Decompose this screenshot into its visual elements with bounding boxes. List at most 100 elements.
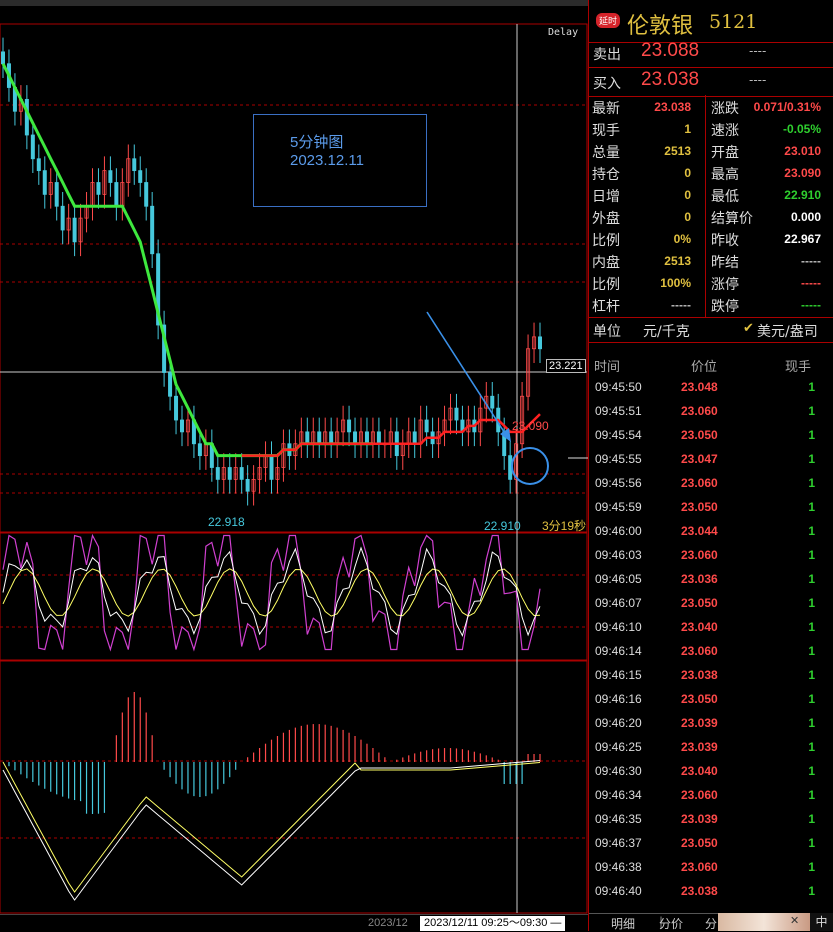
- unit-label: 单位: [593, 324, 621, 340]
- quote-value: 2513: [664, 144, 691, 158]
- tick-row[interactable]: 09:46:34 23.060 1: [589, 788, 833, 812]
- annotation-date: 2023.12.11: [290, 152, 364, 169]
- tick-row[interactable]: 09:46:15 23.038 1: [589, 668, 833, 692]
- corner-button[interactable]: 中: [810, 913, 833, 931]
- tick-price: 23.060: [681, 548, 718, 562]
- tick-row[interactable]: 09:46:10 23.040 1: [589, 620, 833, 644]
- tick-price: 23.040: [681, 764, 718, 778]
- tick-row[interactable]: 09:45:51 23.060 1: [589, 404, 833, 428]
- tick-row[interactable]: 09:46:16 23.050 1: [589, 692, 833, 716]
- candle-body: [36, 158, 41, 172]
- quote-key: 日增: [592, 189, 620, 205]
- tick-time: 09:46:35: [595, 812, 642, 826]
- tick-volume: 1: [808, 812, 815, 826]
- tick-row[interactable]: 09:46:03 23.060 1: [589, 548, 833, 572]
- candle-body: [227, 467, 232, 480]
- sell-qty: ----: [749, 44, 767, 58]
- tick-time: 09:46:15: [595, 668, 642, 682]
- tick-time: 09:46:37: [595, 836, 642, 850]
- tick-row[interactable]: 09:46:14 23.060 1: [589, 644, 833, 668]
- sell-label: 卖出: [593, 47, 621, 63]
- quote-value: 100%: [660, 276, 691, 290]
- tick-time: 09:46:05: [595, 572, 642, 586]
- buy-row: 买入 23.038 ----: [589, 68, 833, 97]
- quote-key: 昨收: [711, 233, 739, 249]
- tick-row[interactable]: 09:46:37 23.050 1: [589, 836, 833, 860]
- tick-row[interactable]: 09:46:05 23.036 1: [589, 572, 833, 596]
- tick-row[interactable]: 09:46:25 23.039 1: [589, 740, 833, 764]
- tick-volume: 1: [808, 452, 815, 466]
- tick-price: 23.039: [681, 812, 718, 826]
- quote-key: 杠杆: [592, 299, 620, 315]
- check-icon[interactable]: ✔: [743, 321, 754, 336]
- tick-time: 09:46:30: [595, 764, 642, 778]
- tick-row[interactable]: 09:46:00 23.044 1: [589, 524, 833, 548]
- candle-body: [317, 431, 322, 445]
- quote-table: 最新 23.038 涨跌 0.071/0.31% 现手 1 速涨 -0.05% 总量 2513 开盘…: [589, 95, 833, 318]
- candle-body: [174, 395, 179, 421]
- instrument-name: 伦敦银: [627, 14, 694, 39]
- tick-volume: 1: [808, 836, 815, 850]
- tick-row[interactable]: 09:45:56 23.060 1: [589, 476, 833, 500]
- quote-row: 杠杆 ----- 跌停 -----: [589, 293, 833, 315]
- quote-value: 0: [684, 188, 691, 202]
- quote-key: 涨停: [711, 277, 739, 293]
- quote-key: 比例: [592, 277, 620, 293]
- tick-price: 23.047: [681, 452, 718, 466]
- tick-row[interactable]: 09:45:55 23.047 1: [589, 452, 833, 476]
- tick-row[interactable]: 09:45:50 23.048 1: [589, 380, 833, 404]
- tick-time: 09:46:07: [595, 596, 642, 610]
- candle-body: [138, 170, 143, 183]
- close-icon[interactable]: ✕: [790, 914, 799, 927]
- candle-body: [215, 467, 220, 480]
- tick-row[interactable]: 09:45:54 23.050 1: [589, 428, 833, 452]
- tick-row[interactable]: 09:46:20 23.039 1: [589, 716, 833, 740]
- tab-detail[interactable]: 明细: [611, 915, 635, 932]
- tick-volume: 1: [808, 716, 815, 730]
- tick-volume: 1: [808, 620, 815, 634]
- quote-key: 涨跌: [711, 101, 739, 117]
- unit-row: 单位 元/千克 ✔ 美元/盎司: [589, 318, 833, 343]
- time-range-tag: 2023/12/11 09:25～09:30 —: [420, 916, 566, 931]
- tick-row[interactable]: 09:46:38 23.060 1: [589, 860, 833, 884]
- unit-value[interactable]: 元/千克: [643, 321, 690, 341]
- candle-body: [412, 431, 417, 445]
- tick-price: 23.050: [681, 836, 718, 850]
- tab-price-dist[interactable]: 分价: [659, 915, 683, 932]
- ticks-header-vol: 现手: [785, 360, 812, 375]
- unit-alt[interactable]: 美元/盎司: [757, 321, 818, 341]
- quote-row: 内盘 2513 昨结 -----: [589, 249, 833, 271]
- high-label: 23.090: [512, 419, 549, 433]
- tick-price: 23.060: [681, 476, 718, 490]
- tick-price: 23.040: [681, 620, 718, 634]
- quote-value: 0: [684, 166, 691, 180]
- tick-row[interactable]: 09:45:59 23.050 1: [589, 500, 833, 524]
- tick-price: 23.060: [681, 788, 718, 802]
- quote-row: 现手 1 速涨 -0.05%: [589, 117, 833, 139]
- tick-volume: 1: [808, 692, 815, 706]
- tab-more[interactable]: 分: [705, 915, 717, 932]
- tick-row[interactable]: 09:46:07 23.050 1: [589, 596, 833, 620]
- tick-volume: 1: [808, 884, 815, 898]
- tick-row[interactable]: 09:46:40 23.038 1: [589, 884, 833, 908]
- tick-row[interactable]: 09:46:35 23.039 1: [589, 812, 833, 836]
- kdj-d-line: [2, 568, 541, 617]
- quote-value: 0.071/0.31%: [753, 100, 821, 114]
- instrument-header: 延时 伦敦银 5121: [589, 6, 833, 43]
- tick-time: 09:45:56: [595, 476, 642, 490]
- tick-price: 23.039: [681, 716, 718, 730]
- chart-area[interactable]: Delay 5分钟图 2023.12.11 23.221 23.090 22.9…: [0, 0, 588, 932]
- macd-panel-border: [0, 660, 588, 914]
- candle-body: [144, 182, 149, 207]
- quote-value: 0: [684, 210, 691, 224]
- low-label-right: 22.910: [484, 519, 521, 533]
- candle-body: [24, 98, 29, 136]
- kdj-k-line: [2, 546, 541, 637]
- time-axis-prev: 2023/12: [368, 917, 408, 929]
- tick-time: 09:45:54: [595, 428, 642, 442]
- candle-body: [54, 182, 59, 207]
- buy-label: 买入: [593, 76, 621, 92]
- quote-value: -----: [801, 254, 821, 268]
- tick-row[interactable]: 09:46:30 23.040 1: [589, 764, 833, 788]
- time-axis-bar[interactable]: 2023/12 2023/12/11 09:25～09:30 —: [0, 914, 588, 932]
